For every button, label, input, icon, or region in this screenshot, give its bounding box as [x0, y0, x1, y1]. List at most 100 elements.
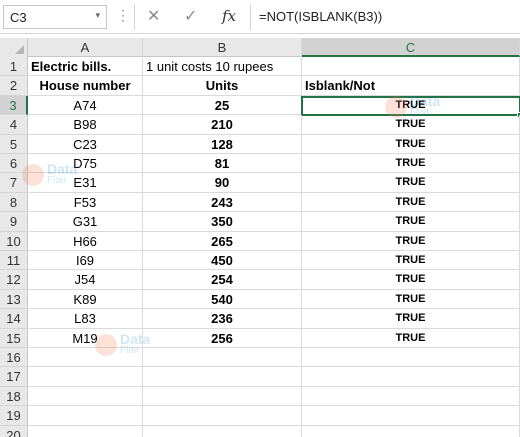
row-header[interactable]: 1 [0, 57, 28, 77]
column-header-c[interactable]: C [302, 38, 520, 57]
row-header[interactable]: 16 [0, 348, 28, 368]
row-header[interactable]: 9 [0, 212, 28, 232]
cell-a[interactable]: E31 [28, 173, 143, 193]
cell-c[interactable] [302, 425, 520, 437]
row-header[interactable]: 6 [0, 154, 28, 174]
cell-b[interactable]: 265 [143, 231, 302, 251]
row-header[interactable]: 3 [0, 95, 28, 116]
cell-c[interactable]: TRUE [302, 192, 520, 213]
column-header-a[interactable]: A [28, 38, 143, 57]
cancel-icon[interactable]: ✕ [147, 6, 160, 26]
row-header[interactable]: 5 [0, 134, 28, 154]
cell-c[interactable] [302, 386, 520, 407]
cell-b[interactable]: 210 [143, 115, 302, 135]
cell-b[interactable] [143, 348, 302, 368]
row-header[interactable]: 19 [0, 406, 28, 426]
cell-b[interactable] [143, 386, 302, 407]
cell-a[interactable]: House number [28, 76, 143, 96]
cell-b[interactable]: 128 [143, 134, 302, 154]
cell-b[interactable]: Units [143, 76, 302, 96]
select-all-icon [15, 45, 24, 54]
row-header[interactable]: 18 [0, 386, 28, 407]
cell-a[interactable]: H66 [28, 231, 143, 251]
cell-b[interactable]: 81 [143, 154, 302, 174]
row-header[interactable]: 13 [0, 289, 28, 310]
cell-c[interactable]: Isblank/Not [302, 76, 520, 96]
name-box[interactable]: C3 ▾ [3, 5, 107, 29]
cell-a[interactable]: Electric bills. [28, 57, 143, 77]
cell-c[interactable]: TRUE [302, 309, 520, 329]
cell-a[interactable]: D75 [28, 154, 143, 174]
cell-b[interactable]: 90 [143, 173, 302, 193]
enter-icon[interactable]: ✓ [184, 6, 197, 26]
cell-c[interactable]: TRUE [302, 212, 520, 232]
row-header[interactable]: 17 [0, 367, 28, 387]
cell-a[interactable]: K89 [28, 289, 143, 310]
table-row: 16 [0, 348, 520, 368]
table-row: 11 I69 450 TRUE [0, 251, 520, 271]
cell-a[interactable]: C23 [28, 134, 143, 154]
cell-c[interactable]: TRUE [302, 328, 520, 348]
cell-a[interactable] [28, 425, 143, 437]
cell-c[interactable]: TRUE [302, 289, 520, 310]
cell-b[interactable]: 254 [143, 270, 302, 290]
cell-a[interactable] [28, 367, 143, 387]
cell-b[interactable]: 256 [143, 328, 302, 348]
cell-c[interactable] [302, 57, 520, 77]
table-row: 6 D75 81 TRUE [0, 154, 520, 174]
cell-a[interactable] [28, 386, 143, 407]
formula-bar: C3 ▾ ⋮ ✕ ✓ fx =NOT(ISBLANK(B3)) [0, 0, 520, 34]
cell-c[interactable]: TRUE [302, 154, 520, 174]
cell-a[interactable]: A74 [28, 95, 143, 116]
column-header-b[interactable]: B [143, 38, 302, 57]
insert-function-icon[interactable]: fx [222, 7, 236, 25]
cell-a[interactable]: G31 [28, 212, 143, 232]
row-header[interactable]: 7 [0, 173, 28, 193]
cell-c[interactable]: TRUE [302, 95, 520, 116]
cell-b[interactable]: 1 unit costs 10 rupees [143, 57, 302, 77]
row-header[interactable]: 14 [0, 309, 28, 329]
row-header[interactable]: 20 [0, 425, 28, 437]
chevron-down-icon[interactable]: ▾ [95, 10, 100, 21]
row-header[interactable]: 10 [0, 231, 28, 251]
table-row: 1 Electric bills. 1 unit costs 10 rupees [0, 57, 520, 77]
cell-a[interactable] [28, 348, 143, 368]
cell-c[interactable] [302, 406, 520, 426]
cell-a[interactable]: M19 [28, 328, 143, 348]
cell-c[interactable] [302, 367, 520, 387]
cell-b[interactable]: 243 [143, 192, 302, 213]
table-row: 7 E31 90 TRUE [0, 173, 520, 193]
row-header[interactable]: 4 [0, 115, 28, 135]
cell-c[interactable]: TRUE [302, 173, 520, 193]
cell-b[interactable] [143, 406, 302, 426]
column-header-row: A B C [0, 38, 520, 57]
cell-a[interactable]: L83 [28, 309, 143, 329]
cell-c[interactable]: TRUE [302, 251, 520, 271]
cell-a[interactable]: I69 [28, 251, 143, 271]
cell-c[interactable]: TRUE [302, 231, 520, 251]
table-row: 2 House number Units Isblank/Not [0, 76, 520, 96]
row-header[interactable]: 2 [0, 76, 28, 96]
cell-c[interactable]: TRUE [302, 115, 520, 135]
cell-a[interactable]: J54 [28, 270, 143, 290]
cell-c[interactable]: TRUE [302, 270, 520, 290]
cell-a[interactable]: B98 [28, 115, 143, 135]
row-header[interactable]: 15 [0, 328, 28, 348]
formula-input[interactable]: =NOT(ISBLANK(B3)) [259, 9, 382, 24]
cell-c[interactable]: TRUE [302, 134, 520, 154]
cell-b[interactable] [143, 425, 302, 437]
row-header[interactable]: 11 [0, 251, 28, 271]
cell-c[interactable] [302, 348, 520, 368]
cell-b[interactable] [143, 367, 302, 387]
row-header[interactable]: 12 [0, 270, 28, 290]
cell-b[interactable]: 25 [143, 95, 302, 116]
cell-a[interactable] [28, 406, 143, 426]
select-all-corner[interactable] [0, 38, 28, 57]
cell-b[interactable]: 350 [143, 212, 302, 232]
cell-b[interactable]: 236 [143, 309, 302, 329]
row-header[interactable]: 8 [0, 192, 28, 213]
cell-b[interactable]: 540 [143, 289, 302, 310]
cell-a[interactable]: F53 [28, 192, 143, 213]
cell-b[interactable]: 450 [143, 251, 302, 271]
more-options-icon[interactable]: ⋮ [116, 7, 130, 24]
